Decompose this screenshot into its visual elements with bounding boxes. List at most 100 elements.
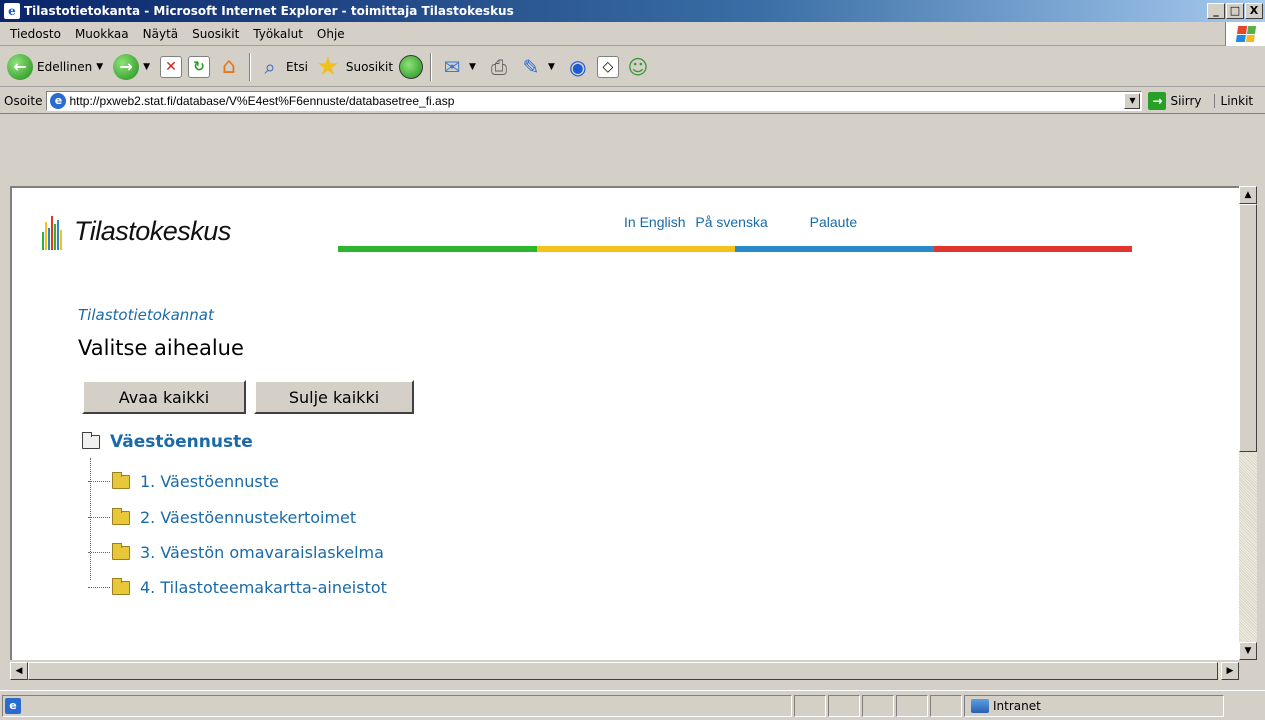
messenger-button[interactable]: ◉ (562, 50, 594, 84)
home-icon: ⌂ (222, 54, 237, 79)
windows-logo (1225, 22, 1265, 46)
edit-button[interactable]: ✎ ▼ (515, 50, 562, 84)
tree-root[interactable]: Väestöennuste (82, 432, 253, 452)
tree-item[interactable]: 2. Väestöennustekertoimet (88, 507, 356, 527)
tree-item-label[interactable]: 2. Väestöennustekertoimet (140, 508, 356, 527)
menu-view[interactable]: Näytä (137, 25, 185, 43)
status-cell (794, 694, 826, 717)
print-button[interactable]: ⎙ (483, 50, 515, 84)
mail-button[interactable]: ✉ ▼ (436, 50, 483, 84)
top-links: In English På svenska Palaute (624, 214, 863, 230)
back-arrow-icon: ← (7, 53, 33, 80)
folder-icon (112, 471, 130, 489)
favorites-label: Suosikit (345, 59, 394, 74)
scroll-up-icon[interactable]: ▲ (1239, 186, 1257, 204)
security-zone[interactable]: Intranet (964, 694, 1224, 717)
people-icon: ☺ (627, 54, 649, 79)
forward-arrow-icon: → (113, 53, 140, 80)
menu-file[interactable]: Tiedosto (4, 25, 67, 43)
windows-flag-icon (1235, 26, 1256, 42)
breadcrumb[interactable]: Tilastotietokannat (78, 306, 214, 324)
go-label: Siirry (1170, 93, 1202, 108)
link-in-english[interactable]: In English (624, 214, 685, 230)
site-logo[interactable]: Tilastokeskus (42, 212, 231, 250)
printer-icon: ⎙ (490, 54, 507, 79)
close-button[interactable]: X (1245, 3, 1263, 19)
go-arrow-icon: → (1148, 91, 1167, 110)
tree-item-label[interactable]: 3. Väestön omavaraislaskelma (140, 543, 384, 562)
color-bar-yellow (536, 246, 735, 252)
link-pa-svenska[interactable]: På svenska (695, 214, 767, 230)
minimize-button[interactable]: _ (1207, 3, 1225, 19)
status-cell (930, 694, 962, 717)
link-feedback[interactable]: Palaute (810, 214, 857, 230)
menu-tools[interactable]: Työkalut (247, 25, 309, 43)
address-label: Osoite (4, 93, 43, 108)
home-button[interactable]: ⌂ (213, 50, 245, 84)
horizontal-scroll-thumb[interactable] (28, 662, 1218, 680)
tree-item[interactable]: 1. Väestöennuste (88, 471, 279, 491)
color-bar (338, 246, 1132, 252)
menu-favorites[interactable]: Suosikit (186, 25, 245, 43)
mail-icon: ✉ (443, 54, 461, 79)
tree-item-label[interactable]: 1. Väestöennuste (140, 472, 279, 491)
toolbar: ← Edellinen ▼ → ▼ ✕ ↻ ⌂ ⌕ Etsi ★ Suosiki… (0, 47, 1265, 87)
research-icon: ◇ (596, 55, 619, 78)
forward-button[interactable]: → ▼ (110, 50, 157, 84)
tree-item[interactable]: 4. Tilastoteemakartta-aineistot (88, 577, 387, 597)
research-button[interactable]: ◇ (594, 50, 622, 84)
back-button[interactable]: ← Edellinen ▼ (4, 50, 110, 84)
color-bar-blue (735, 246, 934, 252)
vertical-scrollbar[interactable]: ▲ ▼ (1239, 186, 1257, 660)
page-icon: e (50, 92, 67, 109)
toolbar-separator (249, 52, 252, 81)
menu-edit[interactable]: Muokkaa (69, 25, 135, 43)
chevron-down-icon[interactable]: ▼ (143, 62, 150, 72)
stop-icon: ✕ (160, 55, 183, 78)
address-url[interactable]: http://pxweb2.stat.fi/database/V%E4est%F… (69, 94, 1124, 108)
scroll-right-icon[interactable]: ▶ (1221, 662, 1239, 680)
chevron-down-icon[interactable]: ▼ (96, 62, 103, 72)
scroll-down-icon[interactable]: ▼ (1239, 642, 1257, 660)
globe-icon: ◉ (569, 54, 587, 79)
status-cell (896, 694, 928, 717)
folder-icon (112, 577, 130, 595)
chevron-down-icon[interactable]: ▼ (469, 62, 476, 72)
favorites-button[interactable]: ★ Suosikit (311, 50, 396, 84)
stop-button[interactable]: ✕ (157, 50, 185, 84)
search-icon: ⌕ (264, 54, 276, 79)
tree-item[interactable]: 3. Väestön omavaraislaskelma (88, 542, 384, 562)
address-input[interactable]: e http://pxweb2.stat.fi/database/V%E4est… (46, 90, 1143, 111)
search-label: Etsi (286, 59, 308, 74)
vertical-scroll-thumb[interactable] (1239, 204, 1257, 452)
logo-text: Tilastokeskus (74, 215, 231, 246)
go-button[interactable]: → Siirry (1148, 91, 1202, 110)
tree-item-label[interactable]: 4. Tilastoteemakartta-aineistot (140, 578, 387, 597)
status-cell (828, 694, 860, 717)
intranet-icon (971, 698, 989, 713)
links-button[interactable]: Linkit (1213, 93, 1253, 108)
scroll-left-icon[interactable]: ◀ (10, 662, 28, 680)
chevron-down-icon[interactable]: ▼ (548, 62, 555, 72)
title-bar[interactable]: e Tilastotietokanta - Microsoft Internet… (0, 0, 1265, 22)
refresh-icon: ↻ (188, 55, 211, 78)
edit-icon: ✎ (522, 54, 540, 79)
menu-bar: Tiedosto Muokkaa Näytä Suosikit Työkalut… (0, 22, 1265, 46)
page-content: Tilastokeskus In English På svenska Pala… (10, 186, 1239, 660)
search-button[interactable]: ⌕ Etsi (255, 50, 311, 84)
color-bar-red (933, 246, 1132, 252)
history-button[interactable] (396, 50, 426, 84)
tree-root-label[interactable]: Väestöennuste (110, 432, 253, 452)
open-all-button[interactable]: Avaa kaikki (82, 380, 246, 414)
folder-icon (112, 507, 130, 525)
horizontal-scrollbar[interactable]: ◀ ▶ (10, 662, 1239, 680)
maximize-button[interactable]: □ (1226, 3, 1244, 19)
address-dropdown-icon[interactable]: ▼ (1124, 92, 1141, 109)
menu-help[interactable]: Ohje (311, 25, 351, 43)
logo-mark-icon (42, 212, 66, 250)
scrollbar-corner (1239, 662, 1257, 680)
refresh-button[interactable]: ↻ (185, 50, 213, 84)
close-all-button[interactable]: Sulje kaikki (254, 380, 414, 414)
contacts-button[interactable]: ☺ (622, 50, 654, 84)
page-title: Valitse aihealue (78, 336, 244, 360)
